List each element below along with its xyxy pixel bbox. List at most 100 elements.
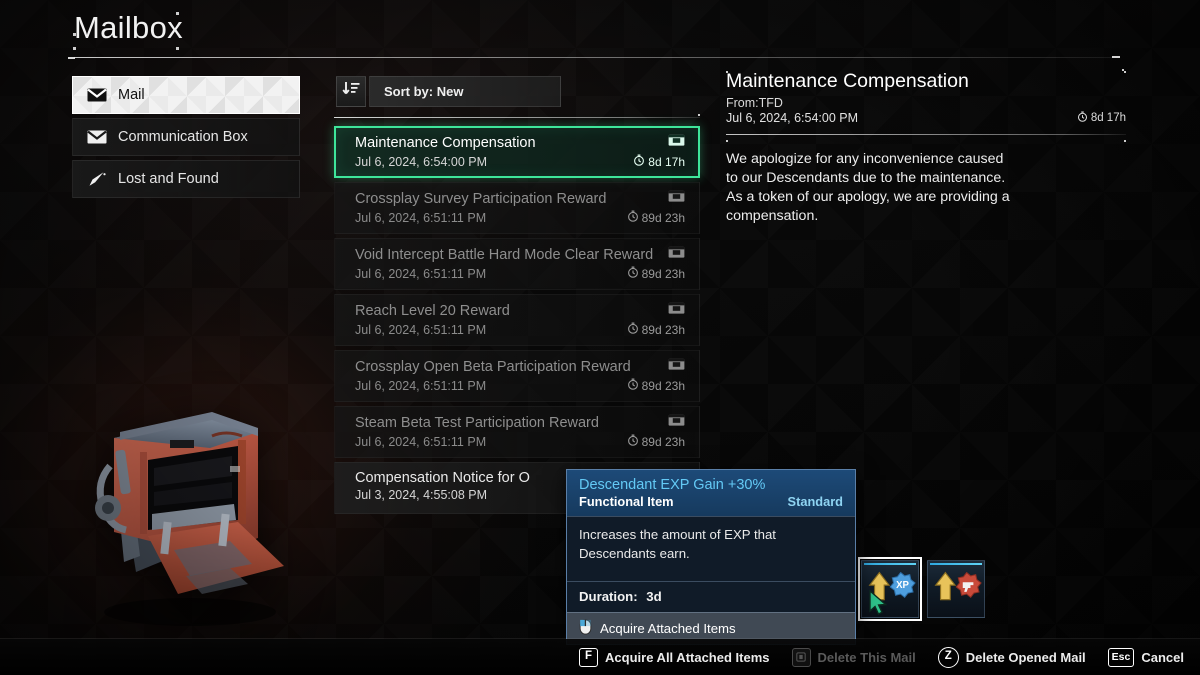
detail-corner-dot [726, 71, 728, 73]
list-divider-dot [698, 114, 700, 116]
mail-detail-panel: Maintenance Compensation From:TFD Jul 6,… [726, 70, 1126, 226]
list-top-divider [334, 117, 700, 118]
mailbox-screen: Mailbox Mail Communication Box Lost and … [0, 0, 1200, 675]
mail-expiry: 89d 23h [627, 210, 685, 225]
mail-expiry-text: 8d 17h [648, 154, 685, 169]
stopwatch-icon [627, 266, 639, 281]
mouse-cursor [868, 589, 890, 616]
hint-label: Acquire All Attached Items [605, 649, 770, 665]
detail-corner-dot [1124, 140, 1126, 142]
sidebar-item-lost-and-found[interactable]: Lost and Found [72, 160, 300, 198]
key-disabled-icon [791, 647, 811, 667]
tooltip-duration: Duration: 3d [567, 581, 855, 612]
mail-subject: Maintenance Compensation [355, 135, 536, 151]
sort-direction-button[interactable] [336, 76, 366, 107]
detail-sender: From:TFD [726, 96, 783, 110]
stopwatch-icon [627, 210, 639, 225]
sort-by-dropdown[interactable]: Sort by: New [369, 76, 561, 107]
sidebar-item-label: Mail [118, 87, 145, 103]
attachment-box-icon [668, 134, 685, 152]
key-f-icon: F [579, 647, 599, 667]
mail-expiry: 89d 23h [627, 378, 685, 393]
mail-date: Jul 6, 2024, 6:54:00 PM [355, 154, 488, 169]
sort-controls: Sort by: New [336, 76, 561, 107]
sidebar-item-label: Communication Box [118, 129, 248, 145]
mail-list-item[interactable]: Steam Beta Test Participation Reward Jul… [334, 406, 700, 458]
sidebar-item-mail[interactable]: Mail [72, 76, 300, 114]
header-right-dash [1112, 56, 1120, 58]
sort-descending-icon [342, 80, 360, 103]
hint-cancel[interactable]: Esc Cancel [1107, 647, 1184, 667]
stopwatch-icon [633, 154, 645, 169]
stopwatch-icon [627, 378, 639, 393]
sidebar-item-communication-box[interactable]: Communication Box [72, 118, 300, 156]
mail-list-item-selected[interactable]: Maintenance Compensation Jul 6, 2024, 6:… [334, 126, 700, 178]
detail-corner-dot [1124, 71, 1126, 73]
title-corner-dot [73, 47, 76, 50]
hint-acquire-all-attached-items[interactable]: F Acquire All Attached Items [579, 647, 770, 667]
tooltip-description: Increases the amount of EXP that Descend… [567, 516, 855, 581]
sort-by-label: Sort by: New [384, 84, 464, 99]
mail-list-item[interactable]: Void Intercept Battle Hard Mode Clear Re… [334, 238, 700, 290]
mail-subject: Compensation Notice for O [355, 470, 530, 486]
sidebar: Mail Communication Box Lost and Found [72, 76, 300, 202]
mail-date: Jul 6, 2024, 6:51:11 PM [355, 266, 487, 281]
tooltip-header: Descendant EXP Gain +30% Functional Item… [567, 470, 855, 516]
mail-expiry: 8d 17h [633, 154, 685, 169]
mail-list-item[interactable]: Reach Level 20 Reward Jul 6, 2024, 6:51:… [334, 294, 700, 346]
title-corner-dot [73, 33, 76, 36]
stopwatch-icon [627, 322, 639, 337]
attachment-box-icon [668, 190, 685, 208]
hint-label: Delete Opened Mail [965, 649, 1086, 665]
mail-expiry-text: 89d 23h [641, 322, 685, 337]
title-divider [74, 57, 1114, 58]
attachment-box-icon [668, 414, 685, 432]
tooltip-duration-value: 3d [646, 589, 662, 604]
mail-expiry: 89d 23h [627, 322, 685, 337]
sidebar-item-label: Lost and Found [118, 171, 219, 187]
tooltip-item-type: Functional Item [579, 494, 674, 509]
mail-expiry: 89d 23h [627, 434, 685, 449]
mail-date: Jul 6, 2024, 6:51:11 PM [355, 210, 487, 225]
mail-date: Jul 6, 2024, 6:51:11 PM [355, 434, 487, 449]
detail-expiry-text: 8d 17h [1090, 112, 1126, 124]
attachment-box-icon [668, 246, 685, 264]
hint-label: Cancel [1141, 649, 1184, 665]
mail-expiry-text: 89d 23h [641, 210, 685, 225]
mail-date: Jul 6, 2024, 6:51:11 PM [355, 378, 487, 393]
title-corner-dot [176, 47, 179, 50]
mail-expiry-text: 89d 23h [641, 378, 685, 393]
mail-expiry-text: 89d 23h [641, 266, 685, 281]
page-title: Mailbox [74, 10, 183, 45]
stopwatch-icon [627, 434, 639, 449]
hint-label: Delete This Mail [817, 649, 916, 665]
bottom-action-bar: F Acquire All Attached Items Delete This… [0, 639, 1200, 675]
tooltip-item-rarity: Standard [787, 494, 843, 509]
attachment-box-icon [668, 358, 685, 376]
detail-corner-dot [726, 140, 728, 142]
mail-subject: Steam Beta Test Participation Reward [355, 415, 599, 431]
detail-title: Maintenance Compensation [726, 70, 969, 92]
umbrella-icon [87, 171, 107, 187]
hint-delete-opened-mail[interactable]: Z Delete Opened Mail [937, 646, 1086, 668]
envelope-icon [87, 129, 107, 145]
mouse-left-click-icon [579, 619, 592, 638]
attachment-slot-weapon-boost[interactable] [927, 560, 985, 618]
detail-expiry: 8d 17h [1077, 111, 1126, 125]
detail-body-text: We apologize for any inconvenience cause… [726, 151, 1010, 224]
mail-subject: Void Intercept Battle Hard Mode Clear Re… [355, 247, 654, 263]
key-esc-icon: Esc [1107, 647, 1135, 667]
mail-expiry-text: 89d 23h [641, 434, 685, 449]
mail-list-item[interactable]: Crossplay Open Beta Participation Reward… [334, 350, 700, 402]
mail-list-item[interactable]: Crossplay Survey Participation Reward Ju… [334, 182, 700, 234]
tooltip-item-name: Descendant EXP Gain +30% [579, 477, 766, 493]
detail-date: Jul 6, 2024, 6:54:00 PM [726, 111, 859, 125]
mail-subject: Reach Level 20 Reward [355, 303, 510, 319]
tooltip-action-label: Acquire Attached Items [600, 621, 736, 636]
envelope-icon [87, 87, 107, 103]
item-tooltip: Descendant EXP Gain +30% Functional Item… [566, 469, 856, 645]
stopwatch-icon [1077, 111, 1088, 125]
mail-expiry: 89d 23h [627, 266, 685, 281]
mail-subject: Crossplay Open Beta Participation Reward [355, 359, 631, 375]
key-z-icon: Z [937, 646, 959, 668]
